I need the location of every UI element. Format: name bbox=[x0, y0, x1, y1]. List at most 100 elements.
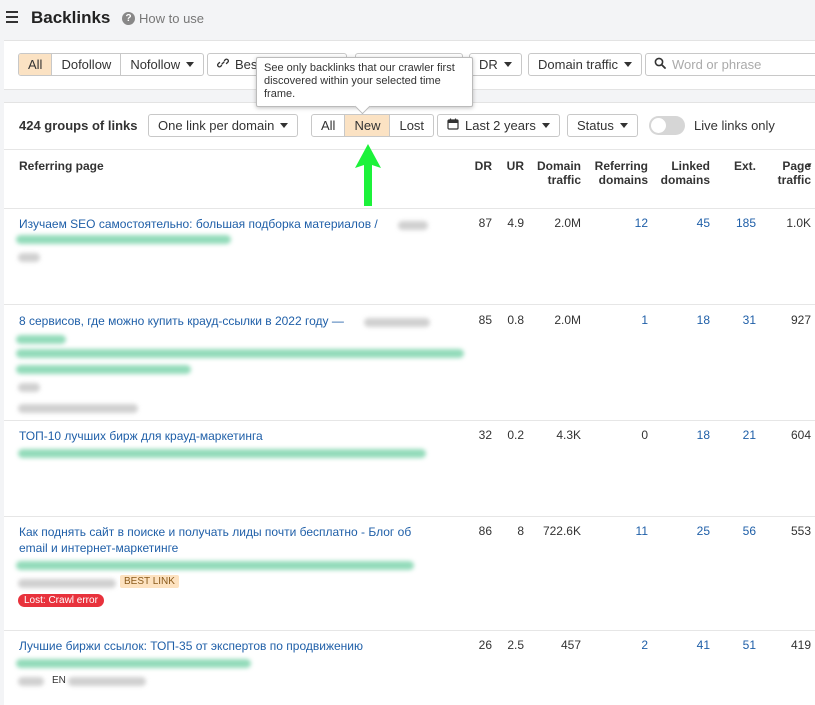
question-icon: ? bbox=[122, 12, 135, 25]
live-links-label: Live links only bbox=[694, 118, 775, 133]
dr-filter-label: DR bbox=[479, 57, 498, 72]
page-traffic-value: 927 bbox=[790, 313, 811, 327]
table-row: ТОП-10 лучших бирж для крауд-маркетинга … bbox=[4, 421, 815, 517]
linked-domains-value[interactable]: 18 bbox=[697, 313, 710, 327]
language-badge: EN bbox=[52, 675, 66, 686]
chevron-down-icon bbox=[503, 62, 512, 67]
page-traffic-value: 1.0K bbox=[786, 216, 811, 230]
groups-count: 424 groups of links bbox=[19, 118, 138, 133]
col-page-traffic[interactable]: Page traffic ▼ bbox=[767, 159, 813, 187]
table-controls: 424 groups of links One link per domain … bbox=[4, 103, 815, 149]
nofollow-label: Nofollow bbox=[130, 57, 181, 72]
page-traffic-value: 553 bbox=[790, 524, 811, 538]
domain-traffic-value: 4.3K bbox=[556, 428, 581, 442]
link-icon bbox=[217, 54, 229, 75]
table-row: Как поднять сайт в поиске и получать лид… bbox=[4, 517, 815, 631]
col-ur[interactable]: UR bbox=[507, 159, 524, 173]
status-label: Status bbox=[577, 118, 614, 133]
dr-value: 86 bbox=[478, 524, 492, 538]
col-referring-page[interactable]: Referring page bbox=[19, 159, 104, 173]
referring-page-link[interactable]: Лучшие биржи ссылок: ТОП-35 от экспертов… bbox=[19, 638, 439, 654]
chevron-down-icon bbox=[623, 62, 632, 67]
chevron-down-icon bbox=[619, 123, 628, 128]
chevron-down-icon bbox=[186, 62, 195, 67]
linked-domains-value[interactable]: 25 bbox=[697, 524, 710, 538]
table-header: Referring page DR UR Domain traffic Refe… bbox=[4, 149, 815, 209]
domain-traffic-filter[interactable]: Domain traffic bbox=[528, 53, 642, 76]
ur-value: 0.8 bbox=[507, 313, 524, 327]
referring-domains-value[interactable]: 1 bbox=[641, 313, 648, 327]
live-links-toggle[interactable] bbox=[649, 116, 685, 135]
referring-page-link[interactable]: Как поднять сайт в поиске и получать лид… bbox=[19, 524, 439, 556]
dr-value: 87 bbox=[478, 216, 492, 230]
ur-value: 0.2 bbox=[507, 428, 524, 442]
ur-value: 4.9 bbox=[507, 216, 524, 230]
dr-value: 85 bbox=[478, 313, 492, 327]
linked-domains-value[interactable]: 41 bbox=[697, 638, 710, 652]
table-row: Изучаем SEO самостоятельно: большая подб… bbox=[4, 209, 815, 305]
search-input[interactable] bbox=[672, 57, 812, 72]
period-label: Last 2 years bbox=[465, 118, 536, 133]
col-linked-domains[interactable]: Linked domains bbox=[654, 159, 710, 187]
col-ext[interactable]: Ext. bbox=[734, 159, 756, 173]
ur-value: 2.5 bbox=[507, 638, 524, 652]
page-traffic-value: 419 bbox=[790, 638, 811, 652]
table-row: 8 сервисов, где можно купить крауд-ссылк… bbox=[4, 305, 815, 421]
table-row: Лучшие биржи ссылок: ТОП-35 от экспертов… bbox=[4, 631, 815, 705]
referring-domains-value: 0 bbox=[641, 428, 648, 442]
ext-value[interactable]: 21 bbox=[743, 428, 756, 442]
link-type-filter: All Dofollow Nofollow bbox=[18, 53, 205, 76]
search-icon bbox=[654, 57, 666, 72]
how-to-use-label: How to use bbox=[139, 11, 205, 26]
domain-traffic-value: 2.0M bbox=[554, 216, 581, 230]
ur-value: 8 bbox=[517, 524, 524, 538]
best-link-badge: BEST LINK bbox=[120, 575, 179, 588]
link-type-dofollow[interactable]: Dofollow bbox=[52, 54, 122, 75]
new-filter-tooltip: See only backlinks that our crawler firs… bbox=[256, 57, 473, 107]
search-box bbox=[645, 53, 815, 76]
link-type-all[interactable]: All bbox=[19, 54, 53, 75]
time-filter-all[interactable]: All bbox=[312, 115, 346, 136]
ext-value[interactable]: 185 bbox=[736, 216, 756, 230]
chevron-down-icon bbox=[541, 123, 550, 128]
ext-value[interactable]: 56 bbox=[743, 524, 756, 538]
time-filter: All New Lost bbox=[311, 114, 435, 137]
referring-page-link[interactable]: Изучаем SEO самостоятельно: большая подб… bbox=[19, 216, 439, 232]
domain-traffic-filter-label: Domain traffic bbox=[538, 57, 618, 72]
time-filter-lost[interactable]: Lost bbox=[390, 115, 433, 136]
time-filter-new[interactable]: New bbox=[345, 115, 391, 136]
col-dr[interactable]: DR bbox=[475, 159, 492, 173]
lost-status-badge: Lost: Crawl error bbox=[18, 594, 104, 607]
period-dropdown[interactable]: Last 2 years bbox=[437, 114, 560, 137]
col-referring-domains[interactable]: Referring domains bbox=[586, 159, 648, 187]
linked-domains-value[interactable]: 45 bbox=[697, 216, 710, 230]
referring-domains-value[interactable]: 12 bbox=[635, 216, 648, 230]
dr-value: 32 bbox=[478, 428, 492, 442]
link-type-nofollow[interactable]: Nofollow bbox=[121, 54, 203, 75]
linked-domains-value[interactable]: 18 bbox=[697, 428, 710, 442]
dr-filter[interactable]: DR bbox=[469, 53, 522, 76]
calendar-icon bbox=[447, 115, 459, 136]
referring-domains-value[interactable]: 11 bbox=[636, 524, 648, 538]
page-traffic-value: 604 bbox=[790, 428, 811, 442]
grouping-label: One link per domain bbox=[158, 118, 275, 133]
how-to-use-link[interactable]: ? How to use bbox=[122, 11, 204, 26]
chevron-down-icon bbox=[280, 123, 289, 128]
arrow-up-icon bbox=[355, 144, 381, 206]
domain-traffic-value: 722.6K bbox=[542, 524, 581, 538]
grouping-dropdown[interactable]: One link per domain bbox=[148, 114, 299, 137]
ext-value[interactable]: 51 bbox=[743, 638, 756, 652]
ext-value[interactable]: 31 bbox=[743, 313, 756, 327]
col-domain-traffic[interactable]: Domain traffic bbox=[533, 159, 581, 187]
domain-traffic-value: 2.0M bbox=[554, 313, 581, 327]
domain-traffic-value: 457 bbox=[560, 638, 581, 652]
status-dropdown[interactable]: Status bbox=[567, 114, 638, 137]
referring-domains-value[interactable]: 2 bbox=[641, 638, 648, 652]
referring-page-link[interactable]: ТОП-10 лучших бирж для крауд-маркетинга bbox=[19, 428, 439, 444]
top-bar: Backlinks ? How to use bbox=[0, 0, 815, 40]
menu-icon[interactable] bbox=[6, 11, 18, 23]
backlinks-panel: 424 groups of links One link per domain … bbox=[4, 102, 815, 705]
dr-value: 26 bbox=[478, 638, 492, 652]
sort-down-icon: ▼ bbox=[805, 161, 813, 170]
page-title: Backlinks bbox=[31, 8, 111, 27]
